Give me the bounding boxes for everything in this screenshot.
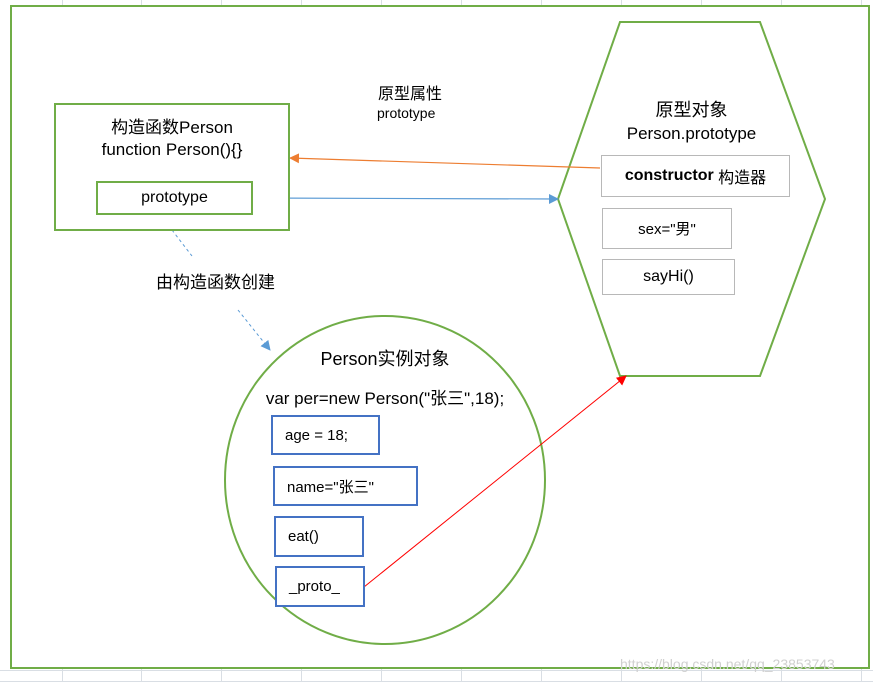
watermark: https://blog.csdn.net/qq_23853743 (620, 656, 835, 672)
sex-field-box: sex="男" (602, 208, 732, 249)
sayhi-field-box: sayHi() (602, 259, 735, 295)
prototype-field-box: prototype (96, 181, 253, 215)
prototype-object-name: Person.prototype (626, 124, 757, 143)
proto-field-label: _proto_ (289, 578, 340, 595)
name-field-box: name="张三" (273, 466, 418, 506)
age-field-box: age = 18; (271, 415, 380, 455)
prototype-hexagon (556, 21, 827, 377)
created-by-label: 由构造函数创建 (156, 273, 275, 292)
created-by-dashed-line (171, 229, 193, 257)
prototype-arrow (252, 193, 559, 204)
proto-field-box: _proto_ (275, 566, 365, 607)
prototype-property-title: 原型属性 (378, 86, 443, 103)
name-field-label: name="张三" (287, 478, 374, 496)
prototype-field-label: prototype (141, 189, 208, 206)
constructor-code: function Person(){} (101, 140, 243, 159)
eat-field-label: eat() (288, 528, 319, 545)
constructor-title: 构造函数Person (111, 118, 233, 137)
instance-title: Person实例对象 (320, 349, 450, 369)
age-field-label: age = 18; (285, 426, 348, 444)
created-by-dashed-arrow (237, 309, 271, 351)
constructor-field-text: 构造器 (713, 170, 767, 187)
prototype-object-title: 原型对象 (655, 100, 728, 120)
constructor-field-bold: constructor (624, 167, 714, 184)
eat-field-box: eat() (274, 516, 364, 557)
prototype-property-sub: prototype (377, 105, 436, 121)
constructor-arrow (289, 153, 601, 169)
sex-field-label: sex="男" (638, 221, 696, 238)
constructor-field-box: constructor 构造器 (601, 155, 790, 197)
sayhi-field-label: sayHi() (643, 268, 694, 285)
instance-code: var per=new Person("张三",18); (265, 389, 505, 408)
